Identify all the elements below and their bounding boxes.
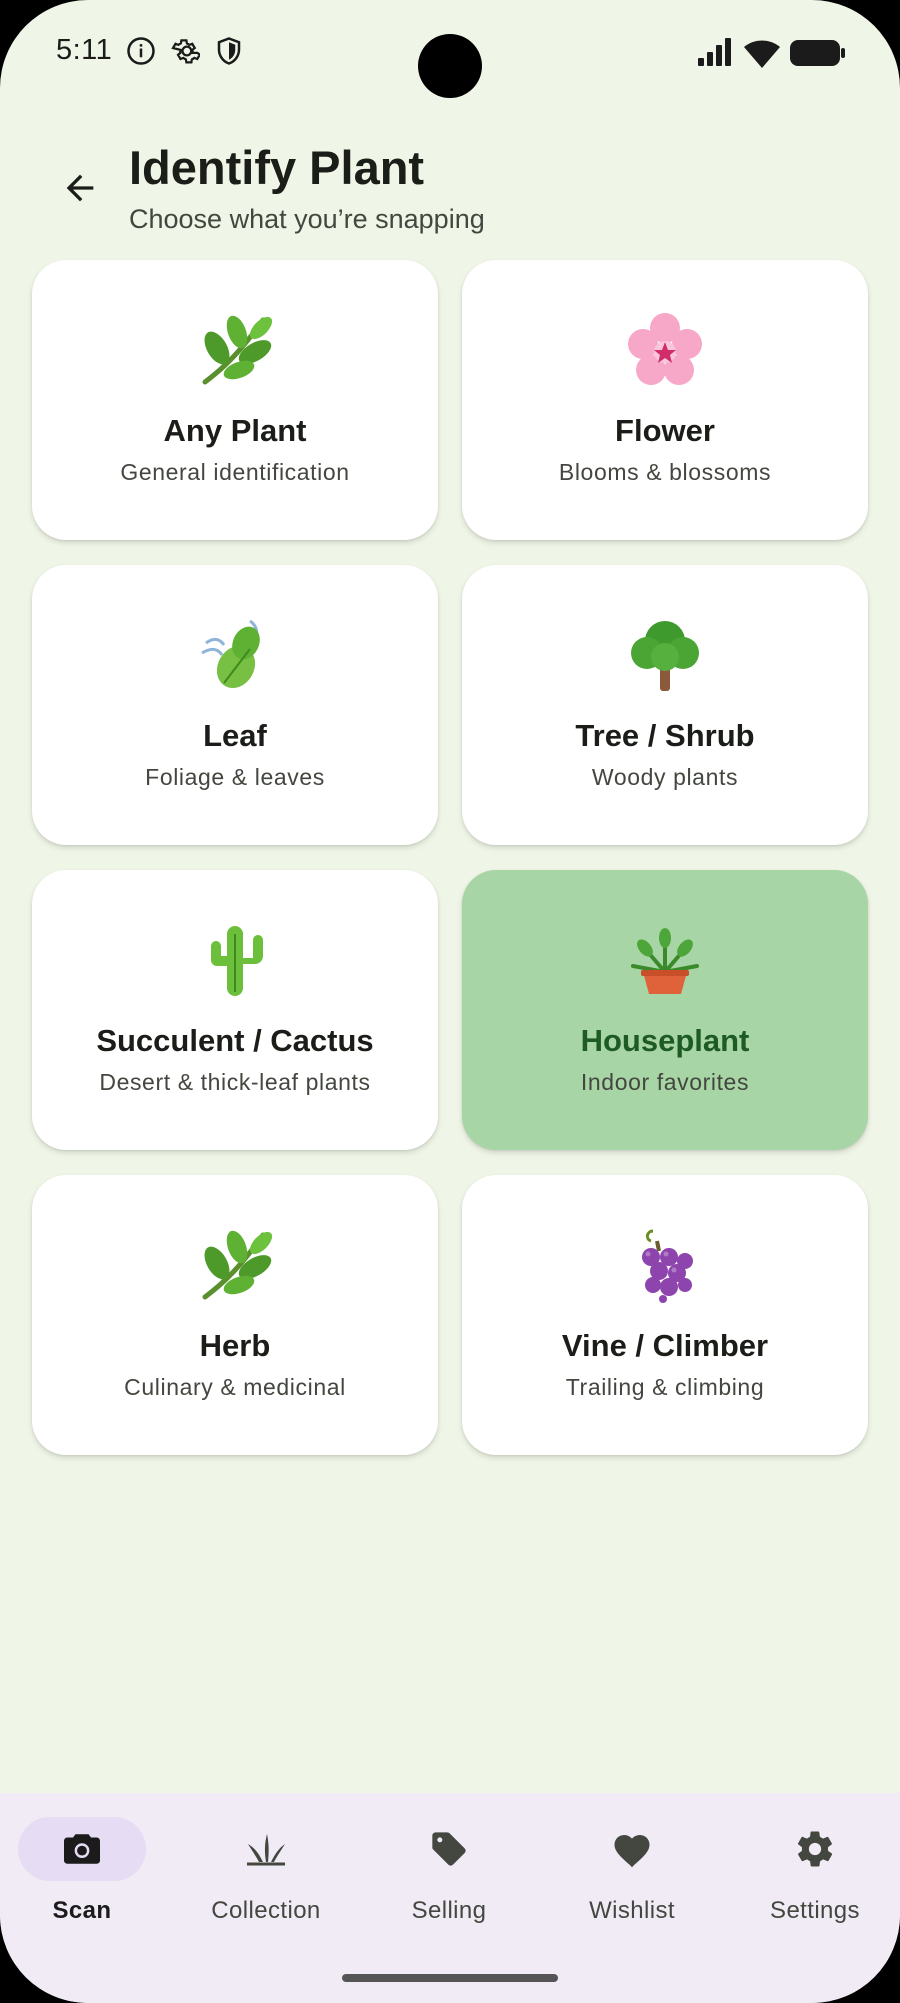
nav-item-scan[interactable]: Scan [2,1817,162,1937]
camera-cutout [418,34,482,98]
category-desc: Foliage & leaves [145,764,325,790]
category-desc: Desert & thick-leaf plants [99,1069,371,1095]
nav-label: Settings [770,1897,860,1924]
category-card-flower[interactable]: Flower Blooms & blossoms [462,260,868,540]
home-indicator[interactable] [342,1974,558,1982]
category-card-any-plant[interactable]: Any Plant General identification [32,260,438,540]
category-card-vine-climber[interactable]: Vine / Climber Trailing & climbing [462,1175,868,1455]
page-subtitle: Choose what you’re snapping [129,204,485,234]
gear-icon [170,36,204,70]
category-card-houseplant[interactable]: Houseplant Indoor favorites [462,870,868,1150]
category-card-leaf[interactable]: Leaf Foliage & leaves [32,565,438,845]
category-desc: Indoor favorites [580,1069,750,1095]
fluttering-leaf-icon [32,617,438,693]
wifi-icon [744,38,780,73]
shield-icon [214,36,248,70]
herb-icon [32,312,438,388]
nav-label: Collection [211,1897,321,1924]
category-title: Flower [615,413,715,448]
bottom-nav: Scan Collection Selling Wishlist Setting… [0,1793,900,2003]
category-title: Tree / Shrub [575,718,755,753]
nav-item-settings[interactable]: Settings [735,1817,895,1937]
category-title: Any Plant [163,413,307,448]
category-title: Leaf [203,718,267,753]
tree-icon [462,617,868,693]
nav-item-selling[interactable]: Selling [369,1817,529,1937]
nav-item-collection[interactable]: Collection [186,1817,346,1937]
nav-label: Wishlist [589,1897,675,1924]
signal-icon [698,38,734,71]
grapes-icon [462,1227,868,1303]
cherry-blossom-icon [462,312,868,388]
nav-icon-wrap [202,1817,330,1881]
status-time: 5:11 [56,34,113,66]
screen: 5:11 Identify Plant Choose what you’re s… [0,0,900,2003]
category-desc: Woody plants [591,764,739,790]
nav-icon-wrap [568,1817,696,1881]
nav-label: Selling [411,1897,487,1924]
camera-icon [64,1834,100,1864]
nav-item-wishlist[interactable]: Wishlist [552,1817,712,1937]
grass-icon [247,1834,285,1866]
category-card-succulent-cactus[interactable]: Succulent / Cactus Desert & thick-leaf p… [32,870,438,1150]
nav-label: Scan [52,1897,112,1924]
category-title: Houseplant [580,1023,750,1058]
category-title: Herb [199,1328,271,1363]
gear-icon [797,1831,833,1867]
herb-icon [32,1227,438,1303]
nav-icon-wrap [385,1817,513,1881]
potted-plant-icon [462,922,868,998]
page-title: Identify Plant [129,141,425,194]
category-card-herb[interactable]: Herb Culinary & medicinal [32,1175,438,1455]
back-button[interactable] [52,160,108,216]
battery-icon [790,38,846,73]
category-desc: General identification [120,459,350,485]
category-desc: Blooms & blossoms [558,459,772,485]
info-icon [126,36,160,70]
cactus-icon [32,922,438,998]
heart-icon [614,1835,650,1868]
category-card-tree-shrub[interactable]: Tree / Shrub Woody plants [462,565,868,845]
arrow-back-icon [66,174,94,202]
category-title: Succulent / Cactus [96,1023,374,1058]
nav-active-indicator [18,1817,146,1881]
tag-icon [432,1832,466,1866]
category-desc: Trailing & climbing [565,1374,765,1400]
category-title: Vine / Climber [561,1328,769,1363]
category-desc: Culinary & medicinal [124,1374,346,1400]
status-bar: 5:11 [0,0,900,110]
nav-icon-wrap [751,1817,879,1881]
